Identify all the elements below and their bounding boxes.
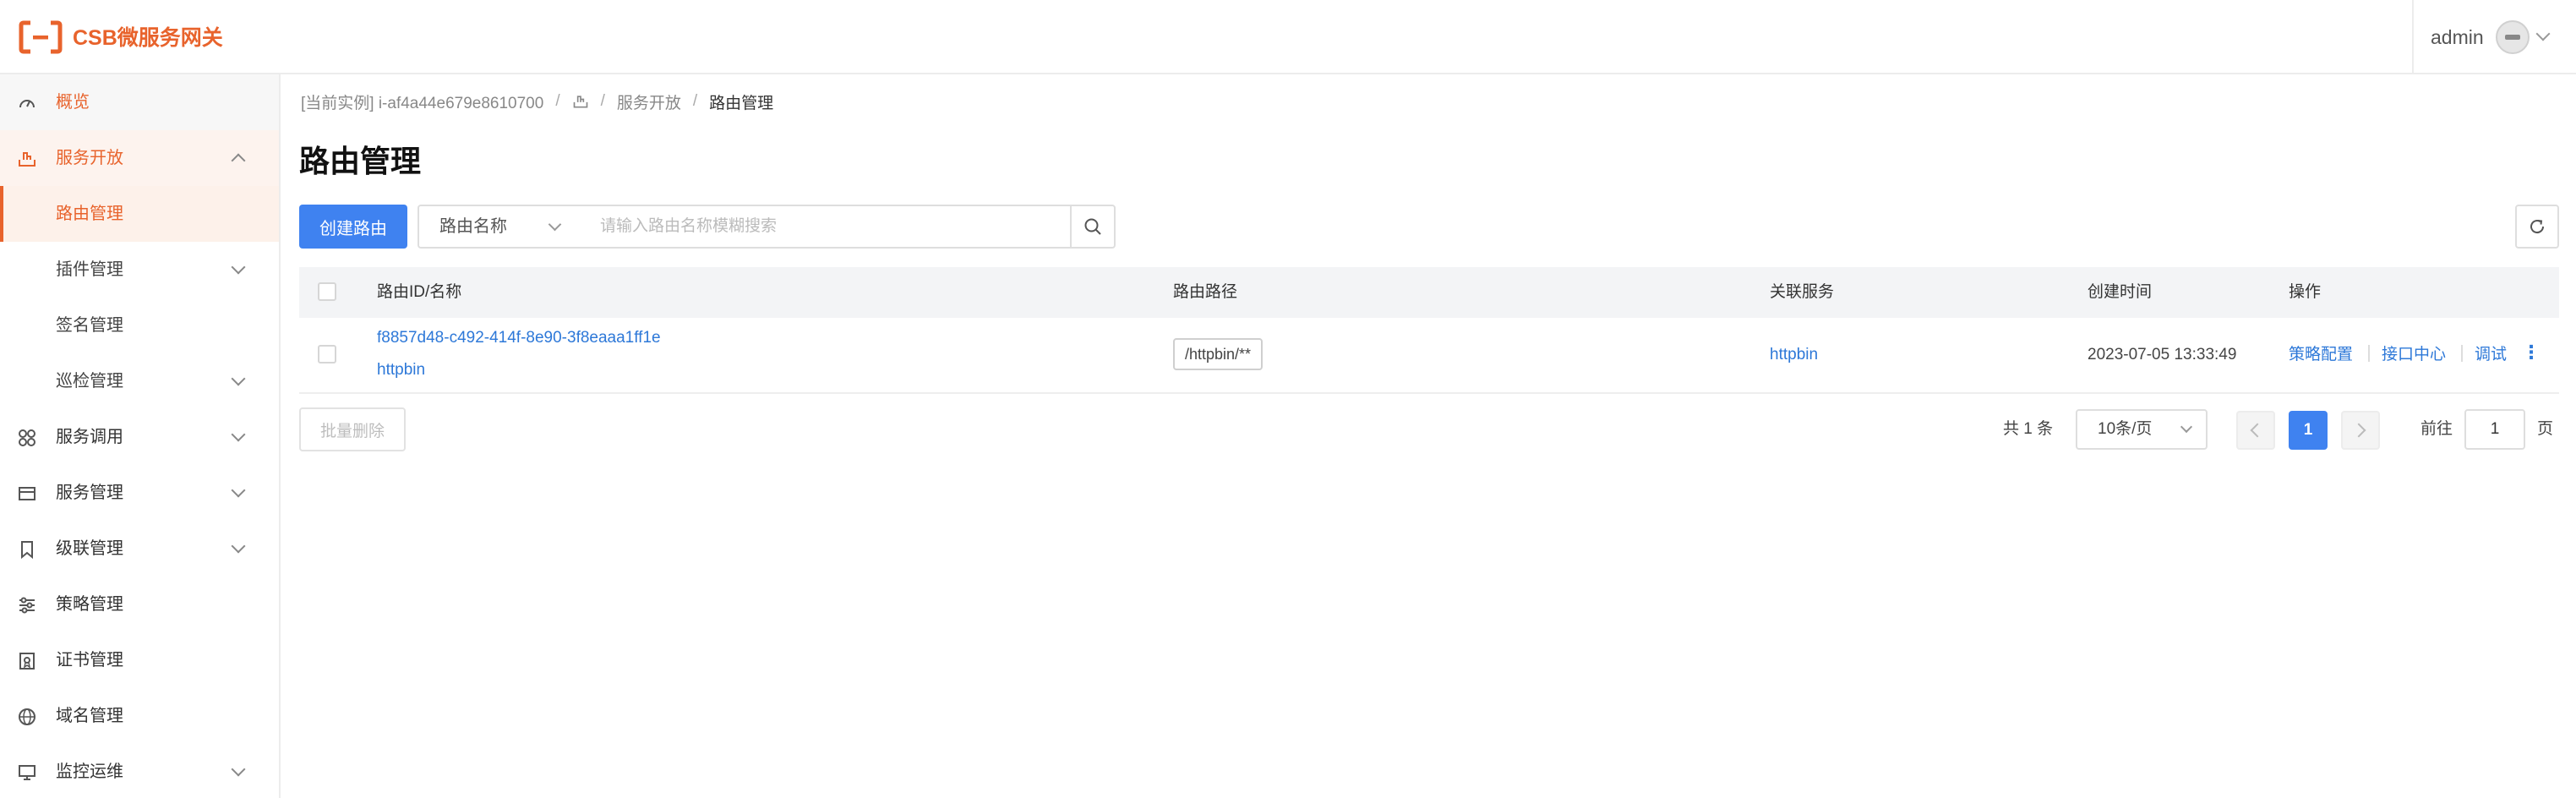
sidebar-item-inspect-manage[interactable]: 巡检管理 <box>0 353 279 409</box>
goto-page-input[interactable]: 1 <box>2464 409 2525 450</box>
sidebar-item-monitor-ops[interactable]: 监控运维 <box>0 744 279 798</box>
chevron-down-icon <box>548 217 562 232</box>
header-actions: 操作 <box>2289 283 2322 301</box>
search-field-value: 路由名称 <box>439 217 507 236</box>
chevron-down-icon <box>231 483 246 498</box>
brand-title: CSB微服务网关 <box>73 26 223 50</box>
page-1-button[interactable]: 1 <box>2289 411 2328 450</box>
certificate-icon <box>19 653 35 670</box>
refresh-icon <box>2530 220 2545 234</box>
sidebar-item-sign-manage[interactable]: 签名管理 <box>0 298 279 353</box>
refresh-button[interactable] <box>2515 205 2559 249</box>
header-service: 关联服务 <box>1770 283 1835 301</box>
action-divider <box>2368 345 2370 362</box>
page-size-select[interactable]: 10条/页 <box>2076 409 2208 450</box>
page-size-value: 10条/页 <box>2098 420 2153 438</box>
sidebar-item-service-manage[interactable]: 服务管理 <box>0 465 279 521</box>
created-time: 2023-07-05 13:33:49 <box>2088 346 2237 363</box>
action-divider <box>2461 345 2463 362</box>
select-all-checkbox[interactable] <box>318 282 336 301</box>
header-created: 创建时间 <box>2088 283 2153 301</box>
service-call-icon <box>19 429 35 446</box>
top-header: CSB微服务网关 admin <box>0 0 2576 74</box>
row-checkbox[interactable] <box>318 345 336 363</box>
sidebar-item-route-manage[interactable]: 路由管理 <box>0 186 279 242</box>
sidebar-item-cascade-manage[interactable]: 级联管理 <box>0 521 279 577</box>
page-suffix: 页 <box>2537 420 2554 438</box>
route-name-link[interactable]: httpbin <box>377 360 425 380</box>
sidebar-item-policy-manage[interactable]: 策略管理 <box>0 577 279 632</box>
user-name: admin <box>2431 25 2484 48</box>
next-page-button[interactable] <box>2341 411 2380 450</box>
route-id-link[interactable]: f8857d48-c492-414f-8e90-3f8eaaa1ff1e <box>377 328 661 348</box>
goto-label: 前往 <box>2420 420 2453 438</box>
search-icon <box>1084 218 1101 235</box>
sidebar-item-domain-manage[interactable]: 域名管理 <box>0 688 279 744</box>
pagination-total: 共 1 条 <box>2003 420 2054 438</box>
chevron-down-icon <box>231 427 246 442</box>
create-route-button[interactable]: 创建路由 <box>299 205 407 249</box>
chevron-up-icon <box>231 153 246 168</box>
service-manage-icon <box>19 487 35 500</box>
breadcrumb: [当前实例] i-af4a44e679e8610700 / / 服务开放 / 路… <box>301 90 773 113</box>
debug-link[interactable]: 调试 <box>2475 345 2507 365</box>
sliders-icon <box>19 597 35 614</box>
chevron-down-icon <box>2535 26 2551 41</box>
batch-delete-button[interactable]: 批量删除 <box>299 407 406 451</box>
api-center-link[interactable]: 接口中心 <box>2382 345 2446 365</box>
more-actions-icon[interactable]: ⋮ <box>2522 340 2541 365</box>
table-row: f8857d48-c492-414f-8e90-3f8eaaa1ff1e htt… <box>299 318 2559 394</box>
chevron-down-icon <box>231 260 246 275</box>
dashboard-icon <box>19 100 35 108</box>
sidebar-item-service-call[interactable]: 服务调用 <box>0 409 279 465</box>
monitor-icon <box>19 765 35 780</box>
service-link[interactable]: httpbin <box>1770 345 1818 365</box>
chevron-down-icon <box>231 538 246 554</box>
sidebar-item-service-open[interactable]: 服务开放 <box>0 130 279 186</box>
user-menu[interactable]: admin <box>2412 0 2576 74</box>
service-open-icon <box>19 152 35 167</box>
chevron-down-icon <box>231 371 246 386</box>
sidebar: 概览 服务开放 路由管理 插件管理 签名管理 巡检管理 服务调用 服务管理 级联… <box>0 74 281 798</box>
header-path: 路由路径 <box>1173 283 1238 301</box>
header-id-name: 路由ID/名称 <box>377 283 462 301</box>
chevron-down-icon <box>231 762 246 777</box>
search-input[interactable]: 请输入路由名称模糊搜索 <box>578 205 1072 249</box>
search-field-select[interactable]: 路由名称 <box>418 205 580 249</box>
breadcrumb-parent[interactable]: 服务开放 <box>617 90 681 113</box>
policy-config-link[interactable]: 策略配置 <box>2289 345 2353 365</box>
sidebar-item-plugin-manage[interactable]: 插件管理 <box>0 242 279 298</box>
bookmark-icon <box>21 541 33 560</box>
breadcrumb-instance[interactable]: [当前实例] i-af4a44e679e8610700 <box>301 90 543 113</box>
table-header: 路由ID/名称 路由路径 关联服务 创建时间 操作 <box>299 267 2559 318</box>
prev-page-button[interactable] <box>2236 411 2275 450</box>
page-title: 路由管理 <box>299 144 422 178</box>
route-path-tag: /httpbin/** <box>1173 338 1263 370</box>
search-button[interactable] <box>1070 205 1116 249</box>
avatar <box>2495 20 2530 54</box>
logo-icon <box>19 20 63 54</box>
breadcrumb-current: 路由管理 <box>709 94 774 112</box>
sidebar-item-cert-manage[interactable]: 证书管理 <box>0 632 279 688</box>
chevron-down-icon <box>2180 420 2193 434</box>
globe-icon <box>19 708 35 725</box>
service-open-icon[interactable] <box>572 93 589 110</box>
sidebar-item-overview[interactable]: 概览 <box>0 74 279 130</box>
